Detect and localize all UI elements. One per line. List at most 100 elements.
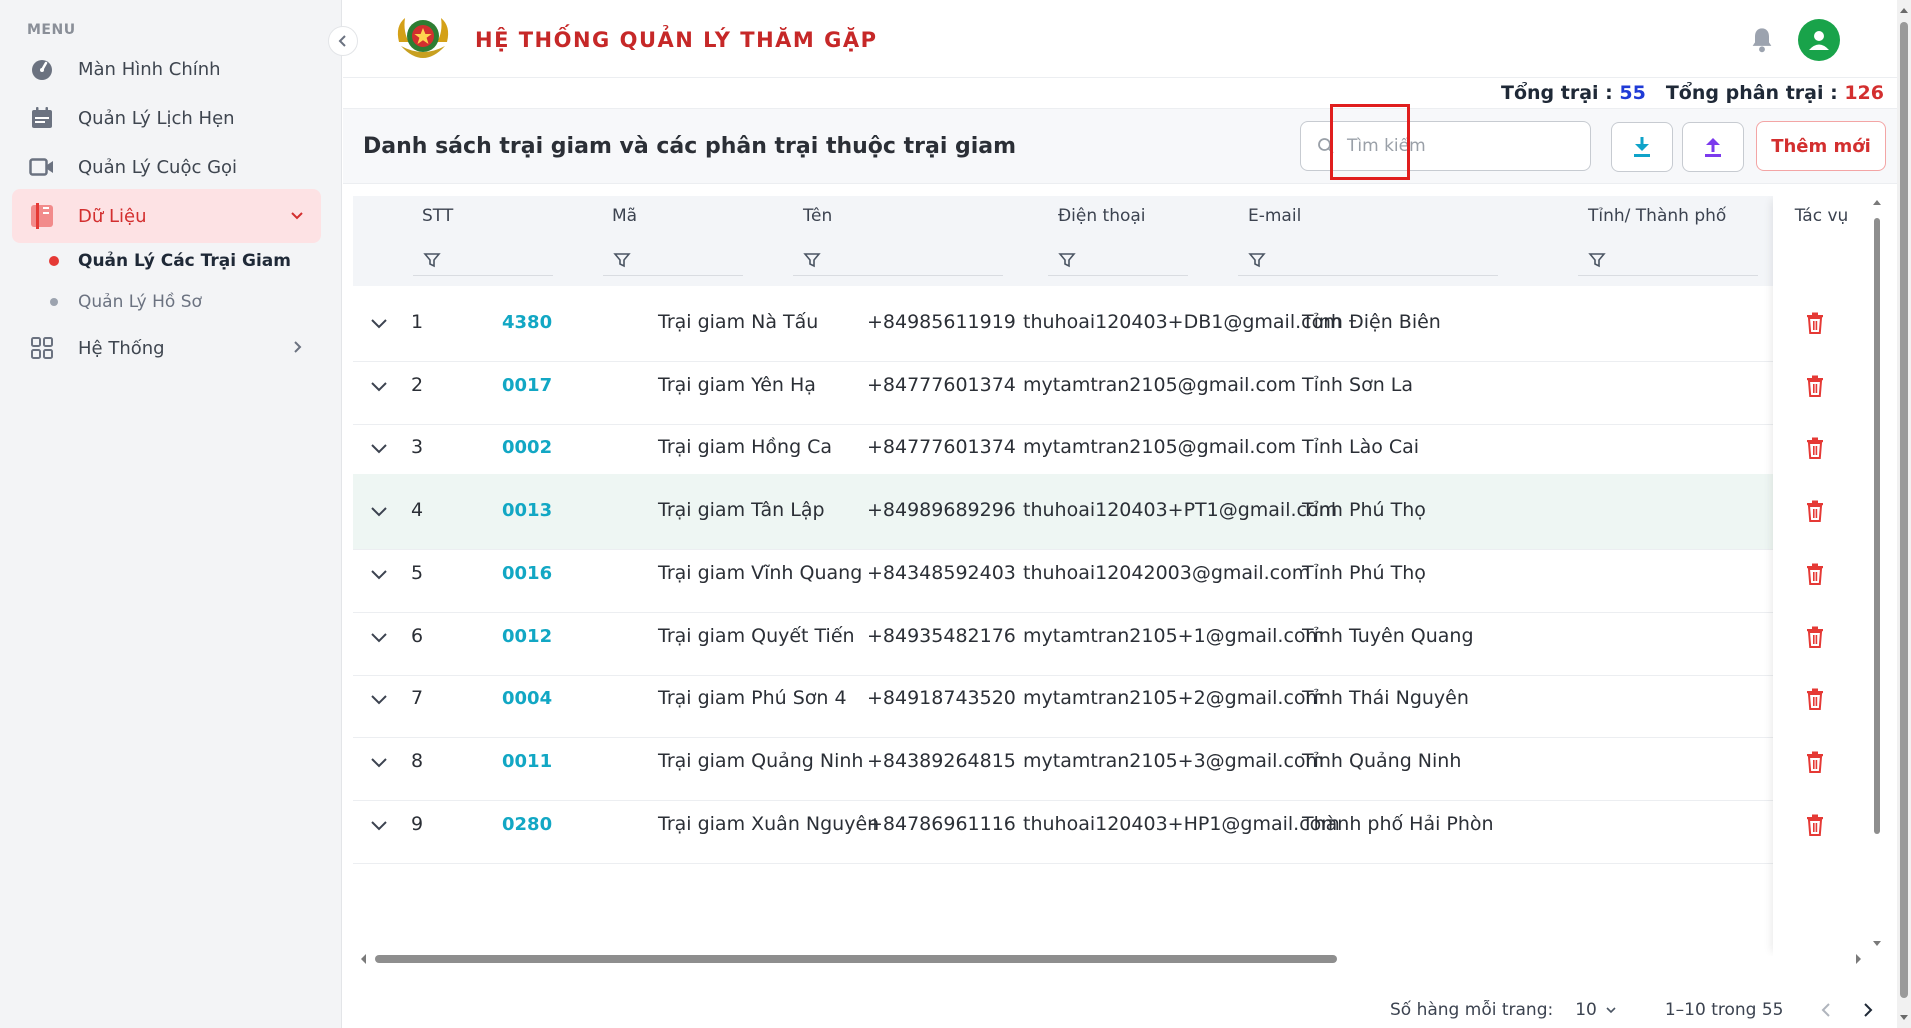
table-horizontal-scrollbar[interactable] (353, 950, 1870, 966)
sidebar-item-system[interactable]: Hệ Thống (12, 321, 321, 375)
cell-code[interactable]: 0012 (502, 626, 552, 647)
user-avatar[interactable] (1798, 19, 1840, 61)
filter-code[interactable] (603, 244, 743, 276)
next-page-button[interactable] (1856, 998, 1880, 1022)
cell-province: Tỉnh Phú Thọ (1302, 499, 1426, 522)
filter-email[interactable] (1238, 244, 1498, 276)
expand-row-chevron-icon[interactable] (367, 374, 391, 398)
rows-per-page-value: 10 (1575, 1000, 1597, 1020)
scroll-up-arrow-icon[interactable] (1870, 196, 1884, 210)
delete-trash-icon[interactable] (1803, 499, 1827, 523)
scroll-right-arrow-icon[interactable] (1851, 951, 1865, 967)
cell-province: Tỉnh Tuyên Quang (1302, 624, 1474, 647)
rows-per-page-select[interactable]: 10 (1575, 1000, 1617, 1020)
filter-icon (1248, 252, 1266, 267)
sidebar-item-appointments[interactable]: Quản Lý Lịch Hẹn (12, 91, 321, 145)
notification-bell-icon[interactable] (1748, 26, 1776, 54)
cell-code[interactable]: 0013 (502, 500, 552, 521)
delete-trash-icon[interactable] (1803, 562, 1827, 586)
chevron-right-icon (1863, 1003, 1872, 1017)
cell-name: Trại giam Xuân Nguyên (658, 812, 880, 835)
cell-code[interactable]: 0002 (502, 437, 552, 458)
page-scroll-down-arrow-icon[interactable] (1897, 1010, 1911, 1024)
cell-email: thuhoai120403+PT1@gmail.com (1023, 499, 1338, 522)
cell-name: Trại giam Phú Sơn 4 (658, 687, 847, 710)
cell-province: Tỉnh Quảng Ninh (1302, 749, 1462, 772)
column-header-stt[interactable]: STT (422, 206, 453, 226)
column-header-code[interactable]: Mã (612, 206, 637, 226)
sidebar-item-calls[interactable]: Quản Lý Cuộc Gọi (12, 140, 321, 194)
cell-phone: +84777601374 (867, 373, 1016, 396)
filter-stt[interactable] (413, 244, 553, 276)
column-header-name[interactable]: Tên (803, 206, 832, 226)
sidebar-subitem-prison-camps[interactable]: Quản Lý Các Trại Giam (12, 239, 321, 283)
table-row[interactable]: 9 0280 Trại giam Xuân Nguyên +84786961116 th… (353, 788, 1773, 864)
page-vertical-scroll-thumb[interactable] (1900, 22, 1908, 998)
delete-trash-icon[interactable] (1803, 436, 1827, 460)
page-scroll-up-arrow-icon[interactable] (1897, 4, 1911, 18)
page-vertical-scrollbar[interactable] (1897, 0, 1911, 1028)
sidebar-collapse-button[interactable] (328, 26, 358, 56)
previous-page-button[interactable] (1814, 998, 1838, 1022)
inactive-dot-icon (50, 298, 58, 306)
delete-trash-icon[interactable] (1803, 813, 1827, 837)
download-button[interactable] (1611, 122, 1673, 172)
cell-code[interactable]: 0004 (502, 688, 552, 709)
expand-row-chevron-icon[interactable] (367, 750, 391, 774)
expand-row-chevron-icon[interactable] (367, 436, 391, 460)
filter-province[interactable] (1578, 244, 1758, 276)
sidebar-item-data[interactable]: Dữ Liệu (12, 189, 321, 243)
cell-province: Tỉnh Phú Thọ (1302, 561, 1426, 584)
cell-stt: 5 (411, 561, 424, 584)
delete-trash-icon[interactable] (1803, 311, 1827, 335)
delete-trash-icon[interactable] (1803, 750, 1827, 774)
sidebar-item-label: Hệ Thống (78, 337, 165, 359)
filter-icon (1588, 252, 1606, 267)
user-icon (1809, 31, 1829, 50)
cell-stt: 9 (411, 812, 424, 835)
cell-stt: 7 (411, 687, 424, 710)
cell-email: thuhoai12042003@gmail.com (1023, 561, 1311, 584)
rows-per-page-label: Số hàng mỗi trang: (1390, 1000, 1554, 1020)
column-header-email[interactable]: E-mail (1248, 206, 1301, 226)
cell-stt: 8 (411, 749, 424, 772)
total-camps-value: 55 (1619, 82, 1646, 104)
upload-button[interactable] (1682, 122, 1744, 172)
total-camps: Tổng trại : 55 (1501, 82, 1646, 104)
expand-row-chevron-icon[interactable] (367, 562, 391, 586)
scroll-down-arrow-icon[interactable] (1870, 936, 1884, 950)
cell-phone: +84786961116 (867, 812, 1016, 835)
table-vertical-scroll-thumb[interactable] (1874, 218, 1880, 834)
table-horizontal-scroll-thumb[interactable] (375, 955, 1337, 963)
cell-code[interactable]: 4380 (502, 312, 552, 333)
sidebar-subitem-label: Quản Lý Hồ Sơ (78, 292, 202, 312)
cell-phone: +84989689296 (867, 499, 1016, 522)
expand-row-chevron-icon[interactable] (367, 499, 391, 523)
delete-trash-icon[interactable] (1803, 374, 1827, 398)
table-vertical-scrollbar[interactable] (1870, 196, 1884, 956)
scroll-left-arrow-icon[interactable] (357, 951, 371, 967)
cell-code[interactable]: 0011 (502, 751, 552, 772)
expand-row-chevron-icon[interactable] (367, 311, 391, 335)
expand-row-chevron-icon[interactable] (367, 813, 391, 837)
filter-phone[interactable] (1048, 244, 1188, 276)
delete-trash-icon[interactable] (1803, 687, 1827, 711)
menu-label: MENU (27, 22, 76, 38)
expand-row-chevron-icon[interactable] (367, 687, 391, 711)
total-camps-label: Tổng trại : (1501, 82, 1613, 104)
column-header-phone[interactable]: Điện thoại (1058, 206, 1146, 226)
cell-code[interactable]: 0016 (502, 563, 552, 584)
cell-email: mytamtran2105@gmail.com (1023, 373, 1297, 396)
add-new-button[interactable]: Thêm mới (1756, 121, 1886, 171)
sidebar-item-dashboard[interactable]: Màn Hình Chính (12, 42, 321, 96)
column-header-province[interactable]: Tỉnh/ Thành phố (1588, 206, 1726, 226)
sidebar-subitem-records[interactable]: Quản Lý Hồ Sơ (12, 280, 321, 324)
expand-row-chevron-icon[interactable] (367, 625, 391, 649)
cell-stt: 4 (411, 499, 424, 522)
cell-code[interactable]: 0280 (502, 814, 552, 835)
filter-name[interactable] (793, 244, 1003, 276)
cell-email: mytamtran2105+2@gmail.com (1023, 687, 1325, 710)
cell-code[interactable]: 0017 (502, 375, 552, 396)
active-dot-icon (49, 256, 59, 266)
delete-trash-icon[interactable] (1803, 625, 1827, 649)
